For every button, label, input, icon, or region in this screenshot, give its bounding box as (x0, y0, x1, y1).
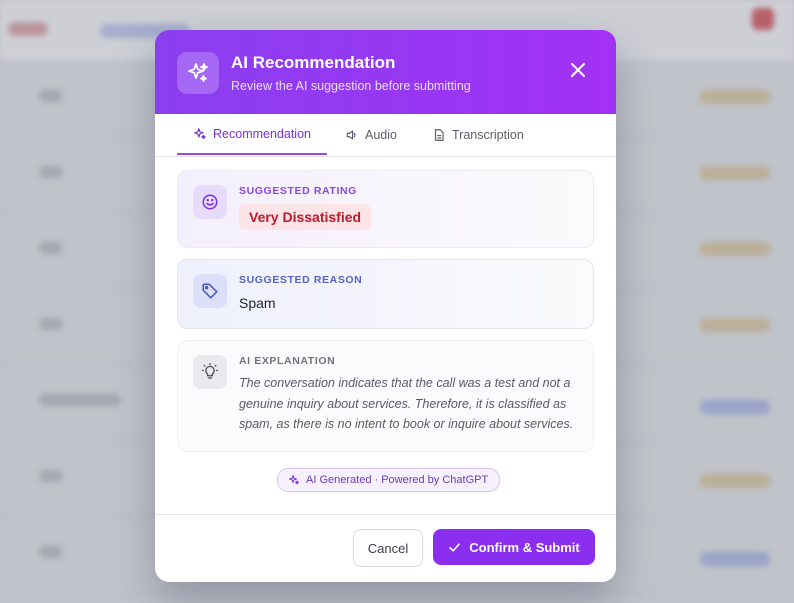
suggested-reason-label: SUGGESTED REASON (239, 274, 363, 286)
lightbulb-icon (193, 355, 227, 389)
suggested-rating-card: SUGGESTED RATING Very Dissatisfied (177, 170, 594, 248)
tab-label: Recommendation (213, 126, 311, 141)
tab-bar: Recommendation Audio Transcription (155, 114, 616, 157)
tab-recommendation[interactable]: Recommendation (177, 114, 327, 155)
dialog-subtitle: Review the AI suggestion before submitti… (231, 79, 471, 93)
suggested-reason-card: SUGGESTED REASON Spam (177, 259, 594, 329)
ai-generated-text: AI Generated · Powered by ChatGPT (306, 474, 489, 486)
ai-generated-badge: AI Generated · Powered by ChatGPT (277, 468, 501, 492)
dialog-title: AI Recommendation (231, 53, 396, 72)
tag-icon (193, 274, 227, 308)
ai-recommendation-dialog: AI Recommendation Review the AI suggesti… (155, 30, 616, 582)
tab-audio[interactable]: Audio (345, 114, 397, 155)
smiley-icon (193, 185, 227, 219)
sparkles-icon (289, 475, 299, 485)
ai-explanation-card: AI EXPLANATION The conversation indicate… (177, 340, 594, 452)
document-icon (434, 128, 444, 141)
tab-label: Audio (365, 127, 397, 142)
checkmark-icon (449, 542, 461, 552)
confirm-submit-label: Confirm & Submit (469, 539, 580, 555)
reason-value: Spam (239, 295, 276, 311)
ai-explanation-text: The conversation indicates that the call… (239, 376, 574, 431)
close-button[interactable] (563, 55, 593, 85)
rating-value-badge: Very Dissatisfied (239, 204, 372, 230)
speaker-icon (346, 129, 356, 140)
sparkles-icon (177, 52, 219, 94)
ai-explanation-label: AI EXPLANATION (239, 355, 336, 367)
sparkles-icon (194, 127, 206, 139)
confirm-submit-button[interactable]: Confirm & Submit (433, 529, 595, 565)
dialog-header: AI Recommendation Review the AI suggesti… (155, 30, 616, 114)
cancel-button[interactable]: Cancel (353, 529, 423, 567)
tab-label: Transcription (452, 127, 524, 142)
dialog-footer: Cancel Confirm & Submit (155, 514, 616, 582)
close-icon (571, 63, 585, 77)
suggested-rating-label: SUGGESTED RATING (239, 185, 357, 197)
tab-transcription[interactable]: Transcription (432, 114, 524, 155)
